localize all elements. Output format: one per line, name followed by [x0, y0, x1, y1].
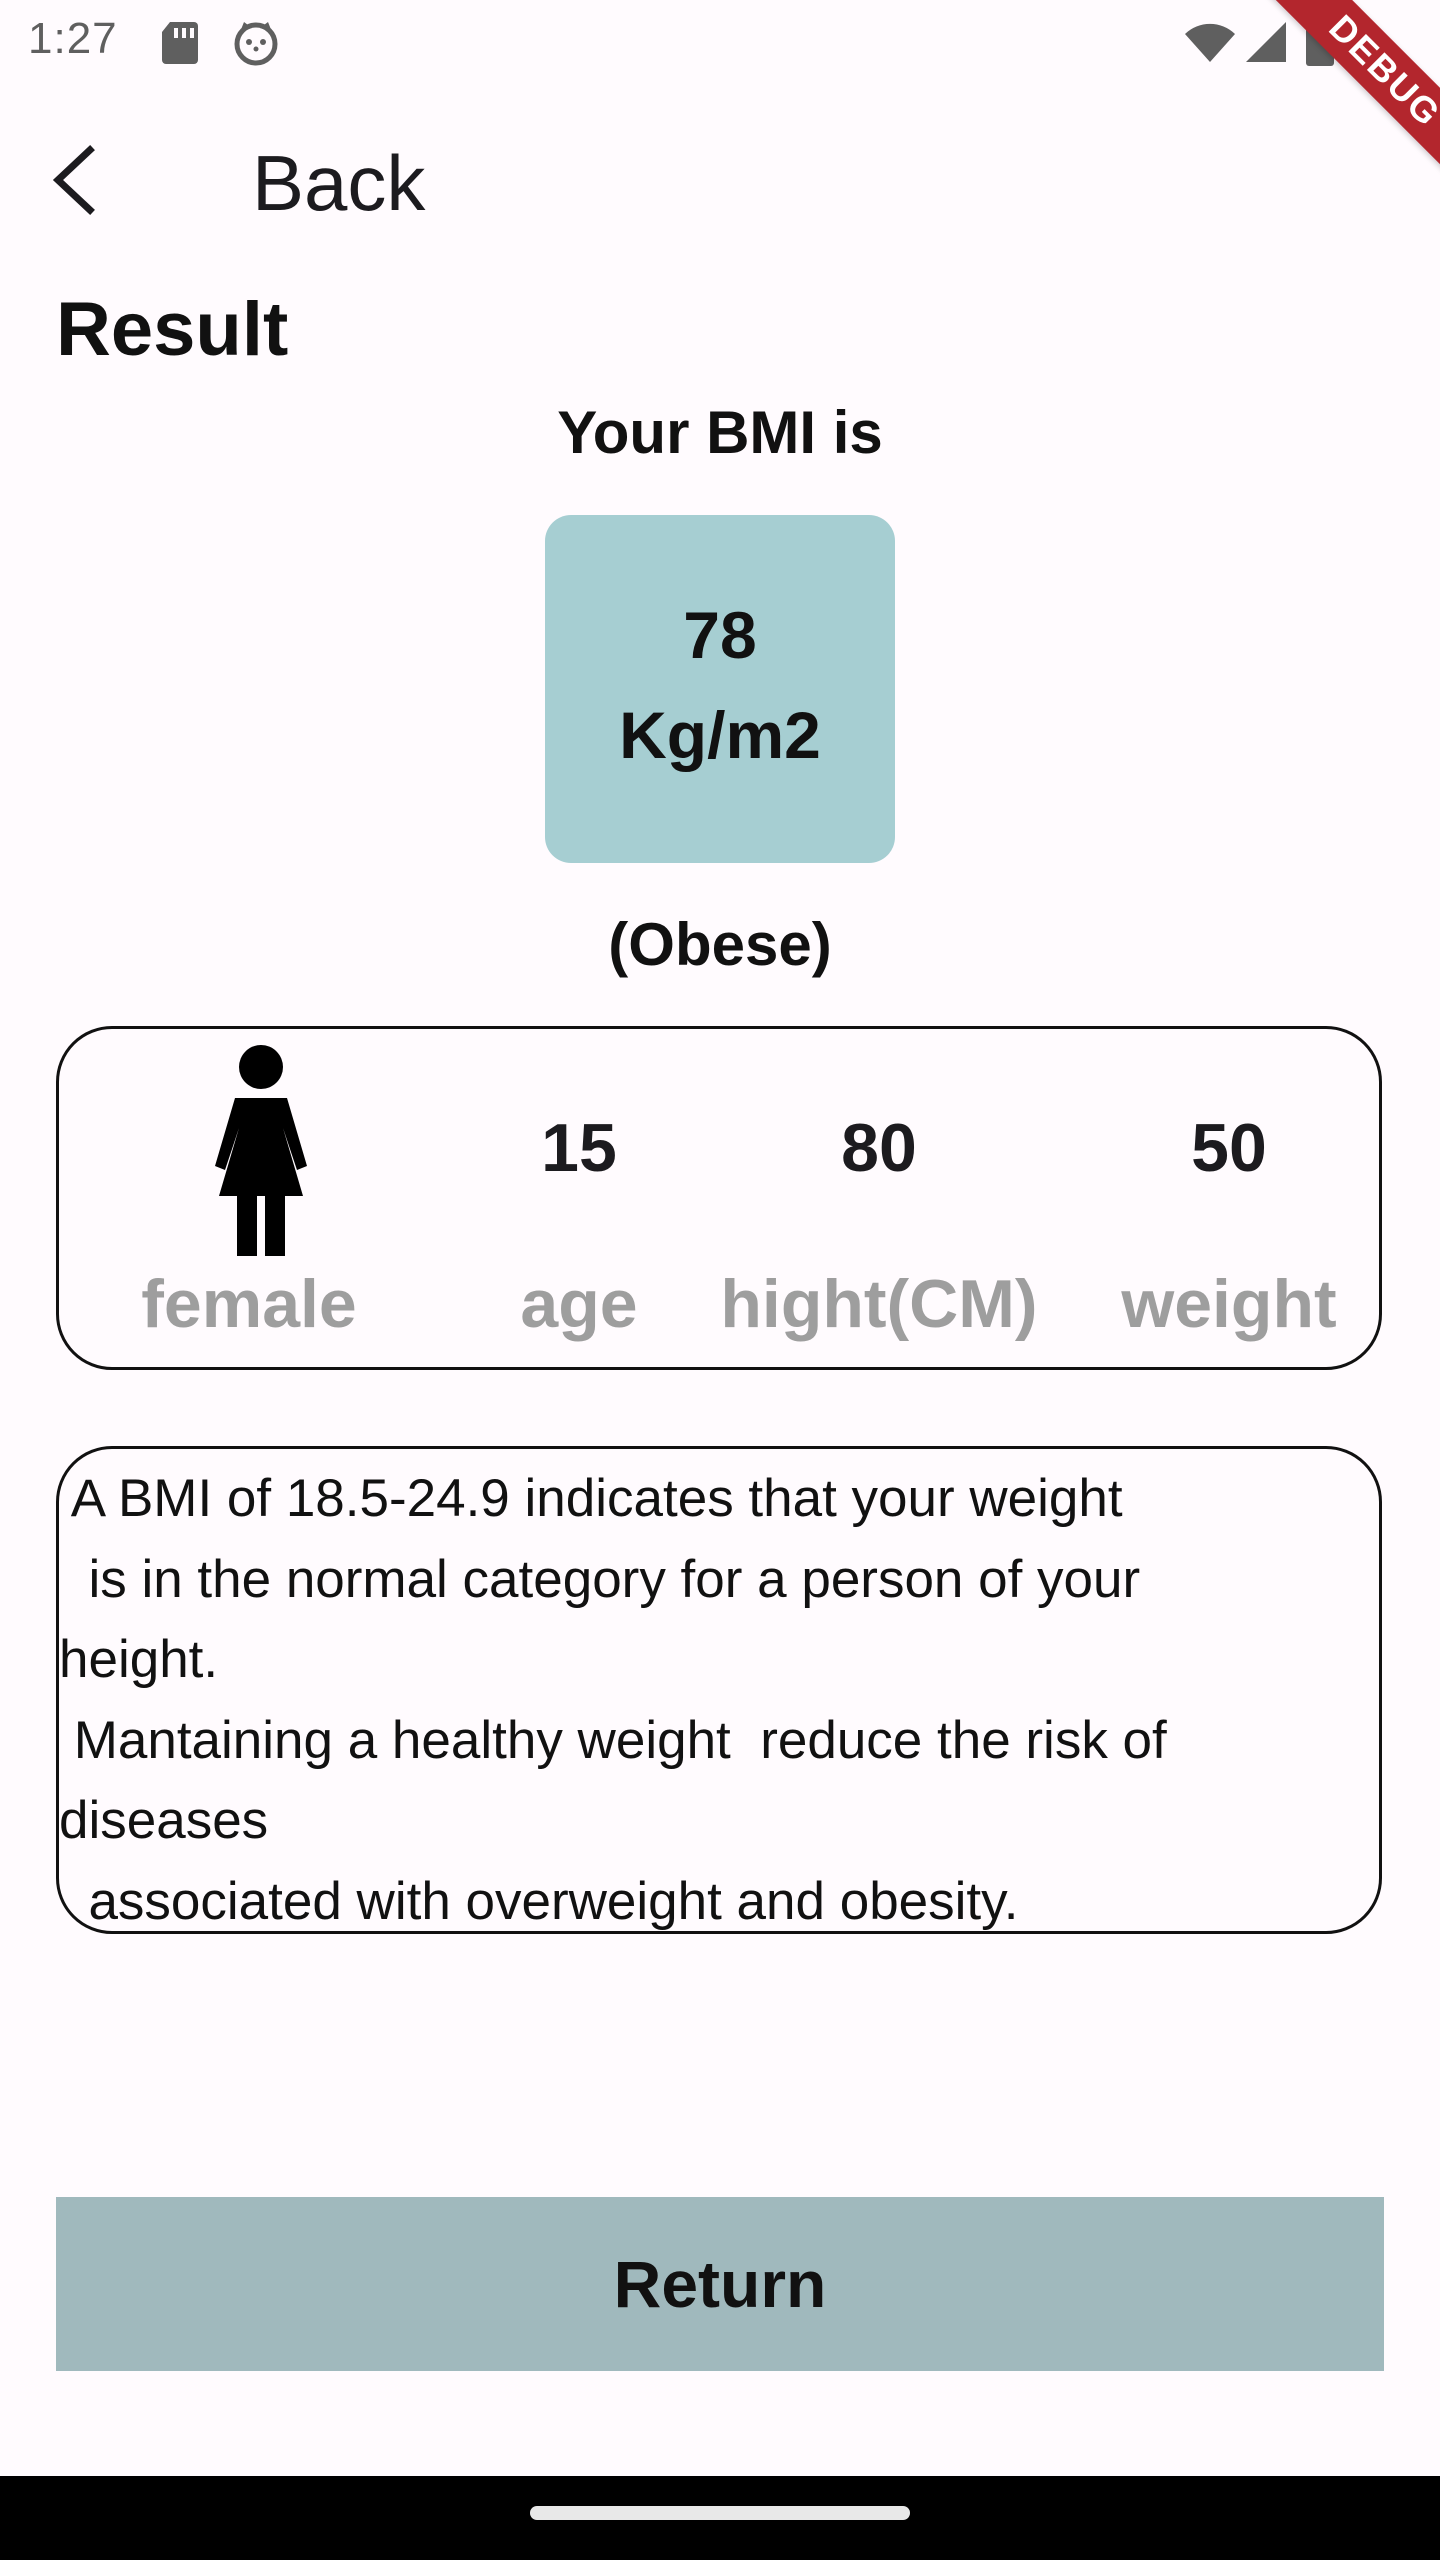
- back-button[interactable]: [36, 140, 116, 220]
- weight-value: 50: [1191, 1110, 1267, 1186]
- cat-face-icon: [234, 22, 278, 66]
- user-info-card: female 15 age 80 hight(CM) 50 weight: [56, 1026, 1382, 1370]
- app-bar: Back: [0, 120, 1440, 240]
- wifi-icon: [1185, 23, 1235, 62]
- bmi-description-card: A BMI of 18.5-24.9 indicates that your w…: [56, 1446, 1382, 1934]
- female-person-icon: [215, 1045, 307, 1256]
- bmi-caption: Your BMI is: [557, 399, 883, 466]
- page-title: Result: [56, 287, 289, 372]
- bmi-value: 78: [683, 598, 757, 672]
- weight-label: weight: [1121, 1266, 1337, 1342]
- back-label[interactable]: Back: [252, 138, 425, 229]
- status-bar: 1:27 DEBUG: [0, 0, 1440, 193]
- bmi-category: (Obese): [608, 911, 832, 978]
- bmi-value-box: 78 Kg/m2: [545, 515, 895, 863]
- bmi-description-text: A BMI of 18.5-24.9 indicates that your w…: [59, 1469, 1167, 1931]
- return-button[interactable]: Return: [56, 2197, 1384, 2371]
- bmi-unit: Kg/m2: [619, 698, 821, 772]
- gender-label: female: [141, 1266, 357, 1342]
- chevron-left-icon: [52, 145, 95, 215]
- system-nav-bar: [0, 2476, 1440, 2560]
- sd-card-icon: [162, 22, 198, 64]
- home-gesture-handle[interactable]: [530, 2506, 910, 2520]
- cell-signal-icon: [1246, 22, 1286, 62]
- status-time: 1:27: [28, 14, 118, 63]
